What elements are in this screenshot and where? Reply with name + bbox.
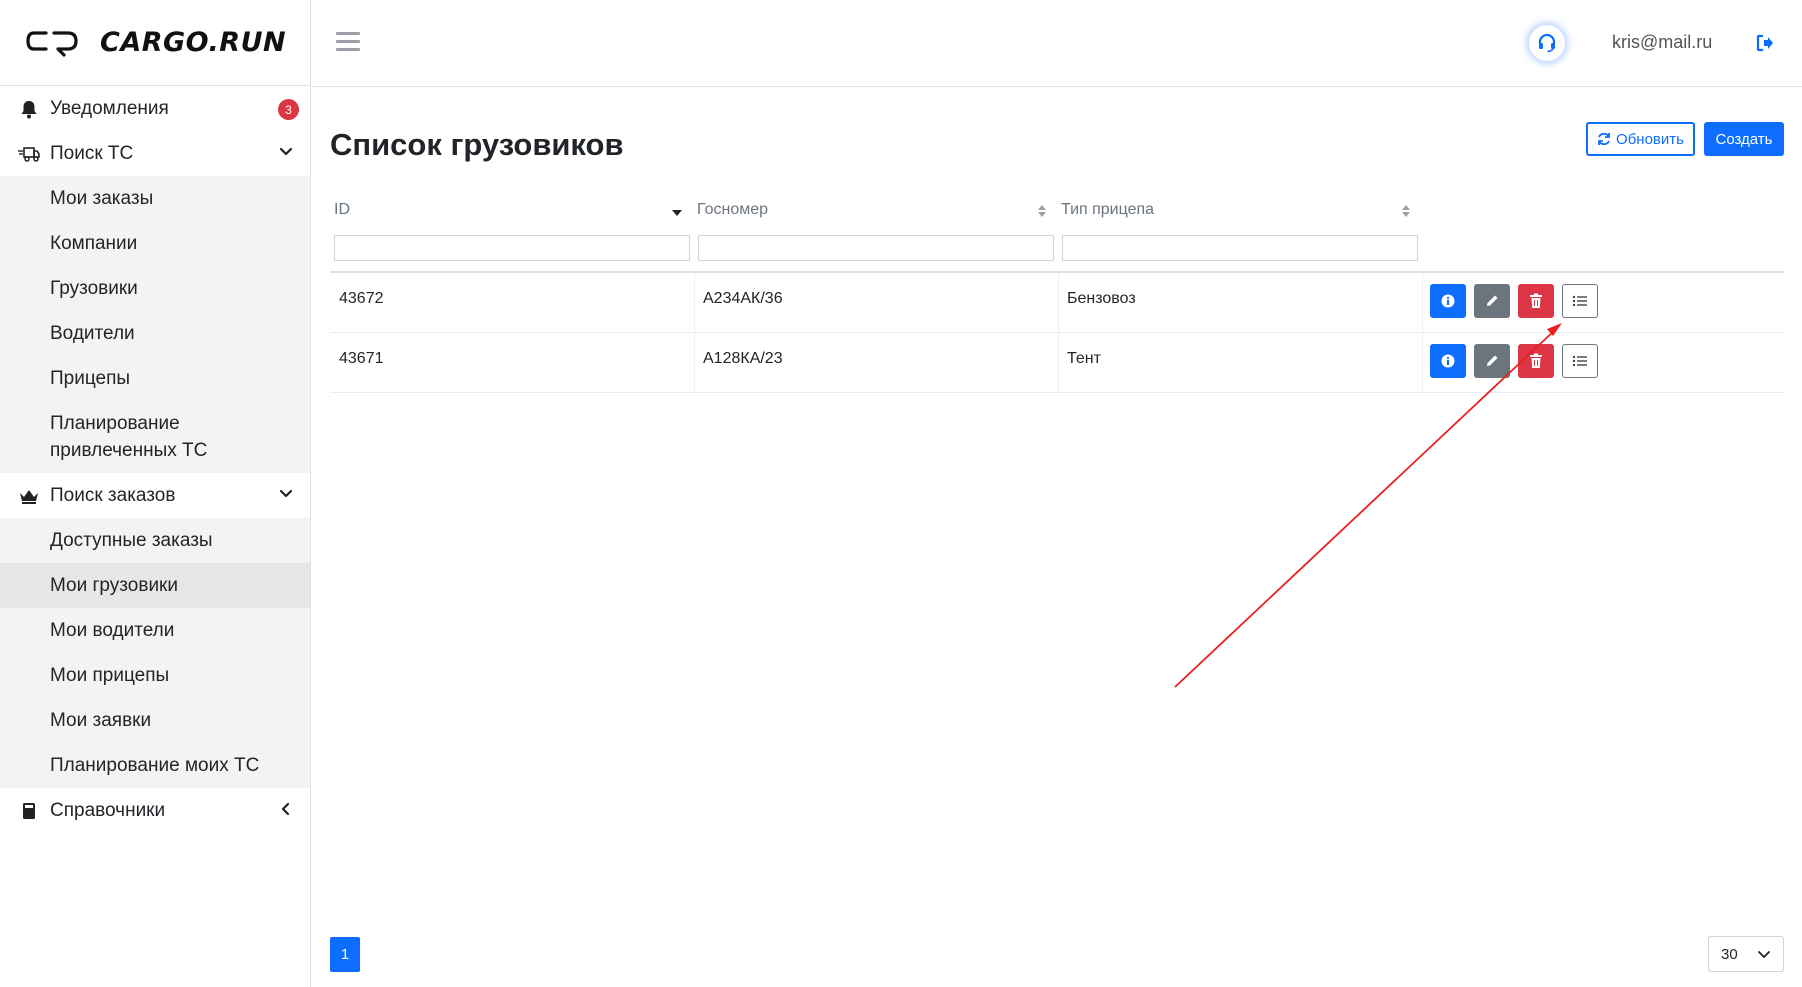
cell-plate: А128КА/23 <box>703 350 783 367</box>
row-actions <box>1430 284 1598 318</box>
logout-icon[interactable] <box>1755 33 1775 53</box>
page-title: Список грузовиков <box>330 127 624 162</box>
row-actions <box>1430 344 1598 378</box>
sidebar-item-my-trucks[interactable]: Мои грузовики <box>0 563 310 608</box>
sort-icon[interactable] <box>1037 204 1047 218</box>
logo[interactable]: CARGO.RUN <box>0 0 310 86</box>
sidebar-item-my-requests[interactable]: Мои заявки <box>0 698 310 743</box>
sidebar-item-planning-hired[interactable]: Планирование привлеченных ТС <box>0 401 250 473</box>
sidebar-item-search-vehicles[interactable]: Поиск ТС <box>0 131 310 176</box>
refresh-button-label: Обновить <box>1616 130 1684 148</box>
search-orders-submenu: Доступные заказы Мои грузовики Мои водит… <box>0 518 310 788</box>
pencil-icon <box>1487 295 1498 306</box>
pencil-icon <box>1487 355 1498 366</box>
sidebar-item-label: Уведомления <box>50 97 169 119</box>
sidebar-item-my-orders[interactable]: Мои заказы <box>0 176 310 221</box>
list-icon <box>1572 355 1587 367</box>
filter-trailer-type-input[interactable] <box>1062 235 1418 261</box>
column-header-trailer-type[interactable]: Тип прицепа <box>1061 195 1154 225</box>
sidebar-item-directories[interactable]: Справочники <box>0 788 310 833</box>
trash-icon <box>1530 293 1542 308</box>
chevron-down-icon <box>279 147 293 156</box>
cell-trailer-type: Бензовоз <box>1067 290 1136 307</box>
sidebar-item-search-orders[interactable]: Поиск заказов <box>0 473 310 518</box>
sidebar-item-label: Поиск заказов <box>50 484 176 506</box>
crown-icon <box>18 485 40 507</box>
sidebar-item-trailers[interactable]: Прицепы <box>0 356 310 401</box>
details-list-button[interactable] <box>1562 284 1598 318</box>
cell-plate: А234АК/36 <box>703 290 783 307</box>
cell-trailer-type: Тент <box>1067 350 1101 367</box>
sidebar-item-my-trailers[interactable]: Мои прицепы <box>0 653 310 698</box>
refresh-button[interactable]: Обновить <box>1586 122 1695 156</box>
page-size-value: 30 <box>1721 945 1738 963</box>
delete-button[interactable] <box>1518 344 1554 378</box>
pagination-page-button[interactable]: 1 <box>330 937 360 972</box>
cell-id: 43672 <box>339 290 384 307</box>
sidebar-item-available-orders[interactable]: Доступные заказы <box>0 518 310 563</box>
info-button[interactable] <box>1430 284 1466 318</box>
truck-fast-icon <box>18 143 40 165</box>
filter-id-input[interactable] <box>334 235 690 261</box>
headset-icon[interactable] <box>1529 25 1565 61</box>
refresh-icon <box>1598 132 1610 146</box>
table-header: ID Госномер Тип прицепа <box>330 195 1784 273</box>
info-icon <box>1441 294 1455 308</box>
edit-button[interactable] <box>1474 284 1510 318</box>
page-size-select[interactable]: 30 <box>1708 936 1784 972</box>
info-icon <box>1441 354 1455 368</box>
details-list-button[interactable] <box>1562 344 1598 378</box>
info-button[interactable] <box>1430 344 1466 378</box>
edit-button[interactable] <box>1474 344 1510 378</box>
sidebar-item-notifications[interactable]: Уведомления 3 <box>0 86 310 131</box>
table-row[interactable]: 43671 А128КА/23 Тент <box>330 333 1784 393</box>
delete-button[interactable] <box>1518 284 1554 318</box>
sidebar-item-drivers[interactable]: Водители <box>0 311 310 356</box>
filter-plate-input[interactable] <box>698 235 1054 261</box>
topbar: kris@mail.ru <box>312 0 1802 87</box>
hamburger-icon[interactable] <box>336 32 360 52</box>
trash-icon <box>1530 353 1542 368</box>
table-row[interactable]: 43672 А234АК/36 Бензовоз <box>330 273 1784 333</box>
sidebar-item-my-drivers[interactable]: Мои водители <box>0 608 310 653</box>
chevron-left-icon <box>281 802 290 816</box>
search-vehicles-submenu: Мои заказы Компании Грузовики Водители П… <box>0 176 310 473</box>
list-icon <box>1572 295 1587 307</box>
column-header-plate[interactable]: Госномер <box>697 195 768 225</box>
chevron-down-icon <box>279 489 293 498</box>
brand-name: CARGO.RUN <box>100 27 287 58</box>
column-header-id[interactable]: ID <box>334 195 350 225</box>
sidebar-item-planning-my-vehicles[interactable]: Планирование моих ТС <box>0 743 310 788</box>
notifications-count-badge: 3 <box>278 99 299 120</box>
book-icon <box>18 800 40 822</box>
chevron-down-icon <box>1758 951 1770 958</box>
sidebar-item-trucks[interactable]: Грузовики <box>0 266 310 311</box>
sidebar: CARGO.RUN Уведомления 3 Поиск ТС Мои зак… <box>0 0 311 987</box>
trucks-table: ID Госномер Тип прицепа 43672 А234АК/36 … <box>330 195 1784 393</box>
sidebar-item-companies[interactable]: Компании <box>0 221 310 266</box>
sort-icon[interactable] <box>1401 204 1411 218</box>
create-button[interactable]: Создать <box>1704 122 1784 156</box>
user-email[interactable]: kris@mail.ru <box>1612 32 1712 53</box>
sidebar-item-label: Поиск ТС <box>50 142 134 164</box>
logo-mark-icon <box>26 30 78 57</box>
sidebar-item-label: Справочники <box>50 799 166 821</box>
cell-id: 43671 <box>339 350 384 367</box>
bell-icon <box>18 98 40 120</box>
sort-desc-icon[interactable] <box>672 205 682 219</box>
